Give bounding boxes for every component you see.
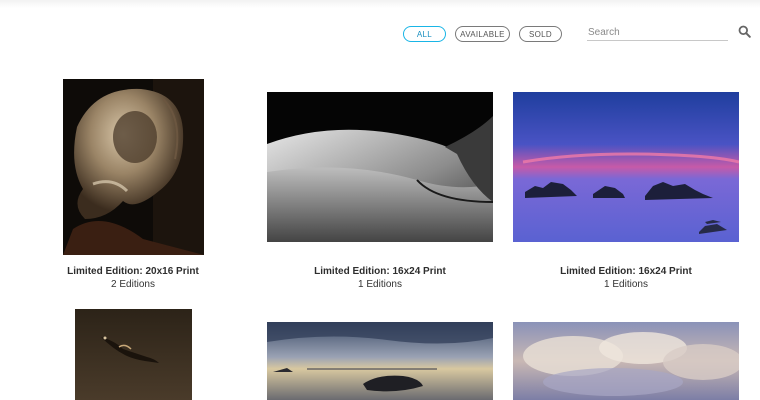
gallery-item-6-image[interactable] xyxy=(513,322,739,400)
search-icon[interactable] xyxy=(738,25,751,38)
filter-all-button[interactable]: ALL xyxy=(403,26,446,42)
filter-available-button[interactable]: AVAILABLE xyxy=(455,26,510,42)
filter-sold-button[interactable]: SOLD xyxy=(519,26,562,42)
gallery-item-5-image[interactable] xyxy=(267,322,493,400)
gallery-item-3-caption: Limited Edition: 16x24 Print 1 Editions xyxy=(503,265,749,291)
gallery-item-1-editions: 2 Editions xyxy=(111,279,155,290)
gallery-item-2-editions: 1 Editions xyxy=(358,279,402,290)
header-shadow xyxy=(0,0,760,8)
gallery-item-1-image[interactable] xyxy=(63,79,204,255)
gallery-item-3-image[interactable] xyxy=(513,92,739,242)
gallery-item-1-title[interactable]: Limited Edition: 20x16 Print xyxy=(10,265,256,278)
gallery-item-3-editions: 1 Editions xyxy=(604,279,648,290)
gallery-item-2-image[interactable] xyxy=(267,92,493,242)
gallery-item-2-title[interactable]: Limited Edition: 16x24 Print xyxy=(257,265,503,278)
gallery-item-4-image[interactable] xyxy=(75,309,192,400)
search-input[interactable] xyxy=(587,24,728,41)
gallery-item-2-caption: Limited Edition: 16x24 Print 1 Editions xyxy=(257,265,503,291)
gallery-item-3-title[interactable]: Limited Edition: 16x24 Print xyxy=(503,265,749,278)
gallery-item-1-caption: Limited Edition: 20x16 Print 2 Editions xyxy=(10,265,256,291)
